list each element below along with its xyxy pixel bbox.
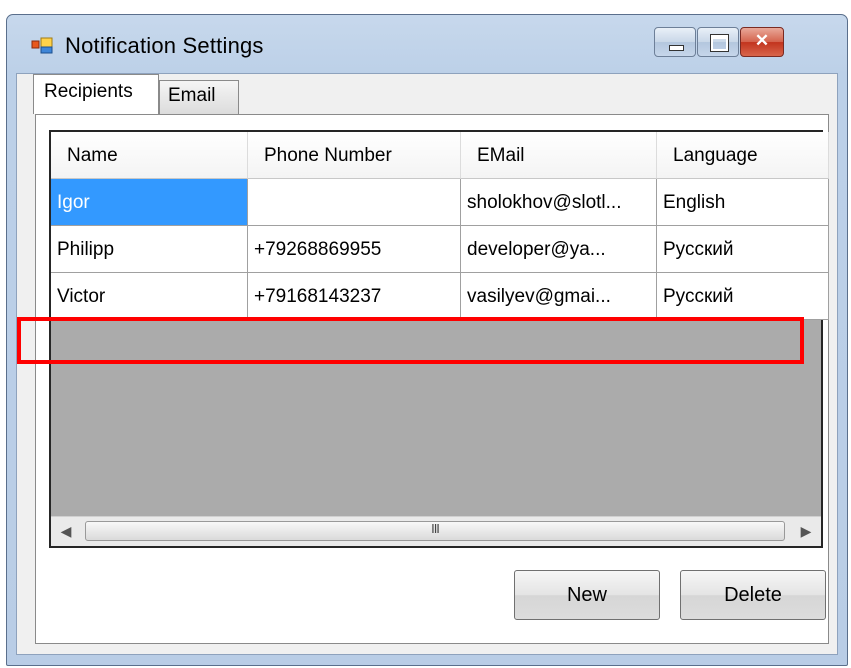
- recipients-tab-page: Name Phone Number EMail Language Igor sh…: [35, 114, 829, 644]
- table-row[interactable]: Igor sholokhov@slotl... English: [51, 179, 829, 226]
- cell-phone[interactable]: +79268869955: [248, 226, 461, 273]
- table-row[interactable]: Victor +79168143237 vasilyev@gmai... Рус…: [51, 273, 829, 320]
- cell-language[interactable]: Русский: [657, 226, 829, 273]
- cell-email[interactable]: vasilyev@gmai...: [461, 273, 657, 320]
- grid-header-row: Name Phone Number EMail Language: [51, 132, 829, 179]
- horizontal-scrollbar[interactable]: ◀ III ▶: [51, 516, 821, 546]
- cell-email[interactable]: sholokhov@slotl...: [461, 179, 657, 226]
- column-header-language[interactable]: Language: [657, 132, 829, 179]
- column-header-email[interactable]: EMail: [461, 132, 657, 179]
- cell-name[interactable]: Victor: [51, 273, 248, 320]
- scrollbar-thumb[interactable]: III: [85, 521, 785, 541]
- cell-phone[interactable]: [248, 179, 461, 226]
- close-icon: ✕: [754, 31, 770, 50]
- minimize-button[interactable]: [654, 27, 696, 57]
- cell-language[interactable]: English: [657, 179, 829, 226]
- cell-email[interactable]: developer@ya...: [461, 226, 657, 273]
- column-header-phone[interactable]: Phone Number: [248, 132, 461, 179]
- new-button[interactable]: New: [514, 570, 660, 620]
- scroll-left-icon[interactable]: ◀: [51, 517, 81, 546]
- app-icon: [31, 37, 53, 54]
- cell-phone[interactable]: +79168143237: [248, 273, 461, 320]
- column-header-name[interactable]: Name: [51, 132, 248, 179]
- maximize-icon: [710, 34, 729, 52]
- notification-settings-window: Notification Settings ✕ Recipients Email…: [6, 14, 848, 666]
- maximize-button[interactable]: [697, 27, 739, 57]
- title-bar[interactable]: Notification Settings ✕: [7, 15, 847, 71]
- tab-email[interactable]: Email: [159, 80, 239, 114]
- window-title: Notification Settings: [65, 33, 264, 58]
- scroll-right-icon[interactable]: ▶: [791, 517, 821, 546]
- cell-language[interactable]: Русский: [657, 273, 829, 320]
- delete-button[interactable]: Delete: [680, 570, 826, 620]
- client-area: Recipients Email Name Phone Number EMail…: [16, 73, 838, 655]
- table-row[interactable]: Philipp +79268869955 developer@ya... Рус…: [51, 226, 829, 273]
- scrollbar-grip: III: [431, 521, 440, 536]
- cell-name[interactable]: Philipp: [51, 226, 248, 273]
- minimize-icon: [669, 45, 684, 51]
- cell-name[interactable]: Igor: [51, 179, 248, 226]
- close-button[interactable]: ✕: [740, 27, 784, 57]
- recipients-grid[interactable]: Name Phone Number EMail Language Igor sh…: [49, 130, 829, 548]
- tab-recipients[interactable]: Recipients: [33, 74, 159, 114]
